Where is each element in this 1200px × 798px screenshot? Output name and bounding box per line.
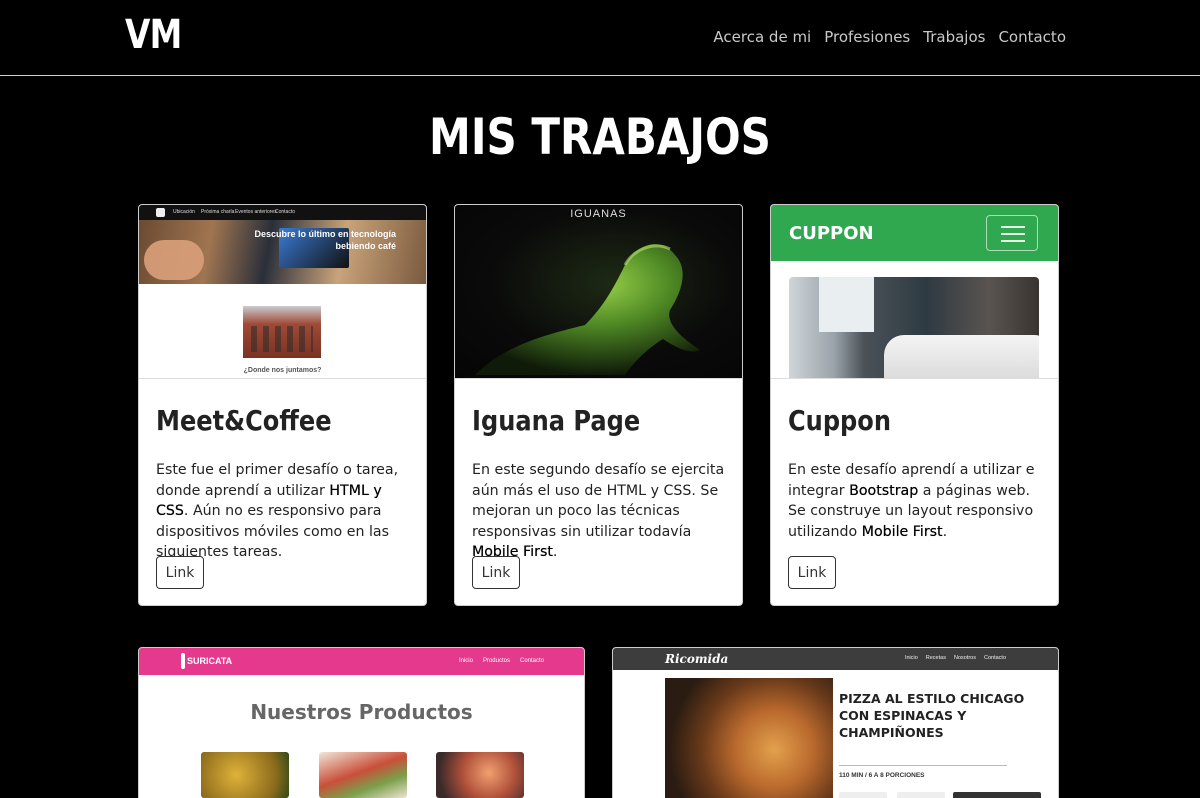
- screenshot-header: IGUANAS: [570, 208, 627, 220]
- screenshot-photo: [144, 240, 204, 280]
- nav-link-contacto[interactable]: Contacto: [998, 28, 1066, 46]
- ricomida-logo: Ricomida: [665, 652, 729, 666]
- project-card-cuppon: CUPPON Cuppon En este desafío aprendí a …: [770, 204, 1059, 606]
- screenshot-menu-item: Contacto: [519, 658, 544, 664]
- project-screenshot: IGUANAS: [455, 205, 742, 379]
- screenshot-menu-item: Ubicación: [173, 209, 195, 215]
- screenshot-menu-item: Eventos anteriores: [235, 209, 277, 215]
- coffee-logo-icon: [156, 208, 165, 217]
- window-shape: [819, 277, 874, 332]
- screenshot-nav: SURICATA Inicio Productos Contacto: [139, 648, 584, 675]
- project-card-meetcoffee: Ubicación Próxima charla Eventos anterio…: [138, 204, 427, 606]
- screenshot-body: ¿Donde nos juntamos?: [139, 284, 426, 378]
- screenshot-title: Nuestros Productos: [250, 700, 473, 724]
- card-link-button[interactable]: Link: [156, 556, 204, 589]
- card-link-button[interactable]: Link: [788, 556, 836, 589]
- screenshot-hero: Descubre lo último en tecnología bebiend…: [139, 220, 426, 284]
- screenshot-recipe-meta: 110 MIN / 6 A 8 PORCIONES: [839, 772, 925, 779]
- project-screenshot: Ubicación Próxima charla Eventos anterio…: [139, 205, 426, 379]
- screenshot-menu-item: Nosotros: [953, 655, 976, 661]
- screenshot-menu-item: Próxima charla: [201, 209, 235, 215]
- project-screenshot: CUPPON: [771, 205, 1058, 379]
- screenshot-menu: Inicio Productos Contacto: [459, 658, 544, 664]
- screenshot-tag: [897, 792, 945, 798]
- bedroom-image: [789, 277, 1039, 378]
- screenshot-nav: Ricomida Inicio Recetas Nosotros Contact…: [613, 648, 1058, 670]
- card-text: En este segundo desafío se ejercita aún …: [472, 462, 725, 560]
- cuppon-logo: CUPPON: [789, 223, 874, 244]
- food-image: [436, 752, 524, 798]
- screenshot-menu-item: Contacto: [983, 655, 1006, 661]
- card-link-button[interactable]: Link: [472, 556, 520, 589]
- meerkat-icon: [181, 653, 185, 669]
- project-card-iguana: IGUANAS Iguana Page En este segundo desa…: [454, 204, 743, 606]
- food-image: [201, 752, 289, 798]
- brand-logo[interactable]: VM: [125, 12, 182, 58]
- bed-shape: [884, 335, 1039, 378]
- nav-links: Acerca de mi Profesiones Trabajos Contac…: [713, 28, 1066, 46]
- card-title: Cuppon: [788, 404, 891, 437]
- screenshot-menu-item: Productos: [482, 658, 510, 664]
- nav-link-trabajos[interactable]: Trabajos: [923, 28, 985, 46]
- card-title: Iguana Page: [472, 404, 641, 437]
- food-image: [319, 752, 407, 798]
- card-title: Meet&Coffee: [156, 404, 332, 437]
- screenshot-nav: CUPPON: [771, 205, 1058, 261]
- screenshot-menu-item: Inicio: [904, 655, 918, 661]
- screenshot-menu-item: Recetas: [925, 655, 946, 661]
- iguana-image: [475, 244, 700, 375]
- divider: [839, 765, 1007, 766]
- section-title: MIS TRABAJOS: [429, 108, 771, 166]
- screenshot-menu-item: Contacto: [275, 209, 296, 215]
- pizza-image: [665, 678, 833, 798]
- project-card-ricomida: Ricomida Inicio Recetas Nosotros Contact…: [612, 647, 1059, 798]
- screenshot-tag: [839, 792, 887, 798]
- screenshot-menu: Inicio Recetas Nosotros Contacto: [905, 655, 1006, 661]
- card-text: En este desafío aprendí a utilizar e int…: [788, 462, 1035, 540]
- hamburger-menu-icon: [986, 215, 1038, 251]
- screenshot-hero-text: Descubre lo último en tecnología bebiend…: [254, 229, 396, 251]
- screenshot-tag: [953, 792, 1041, 798]
- suricata-logo: SURICATA: [187, 656, 233, 666]
- building-image: [243, 306, 321, 358]
- screenshot-recipe-title: PIZZA AL ESTILO CHICAGO CON ESPINACAS Y …: [839, 691, 1025, 740]
- nav-link-acerca[interactable]: Acerca de mi: [713, 28, 811, 46]
- project-card-suricata: SURICATA Inicio Productos Contacto Nuest…: [138, 647, 585, 798]
- card-text: Este fue el primer desafío o tarea, dond…: [156, 462, 399, 560]
- navbar: VM Acerca de mi Profesiones Trabajos Con…: [0, 0, 1200, 76]
- screenshot-nav: Ubicación Próxima charla Eventos anterio…: [139, 205, 426, 220]
- screenshot-menu-item: Inicio: [458, 658, 473, 664]
- screenshot-caption: ¿Donde nos juntamos?: [243, 367, 322, 374]
- nav-link-profesiones[interactable]: Profesiones: [824, 28, 910, 46]
